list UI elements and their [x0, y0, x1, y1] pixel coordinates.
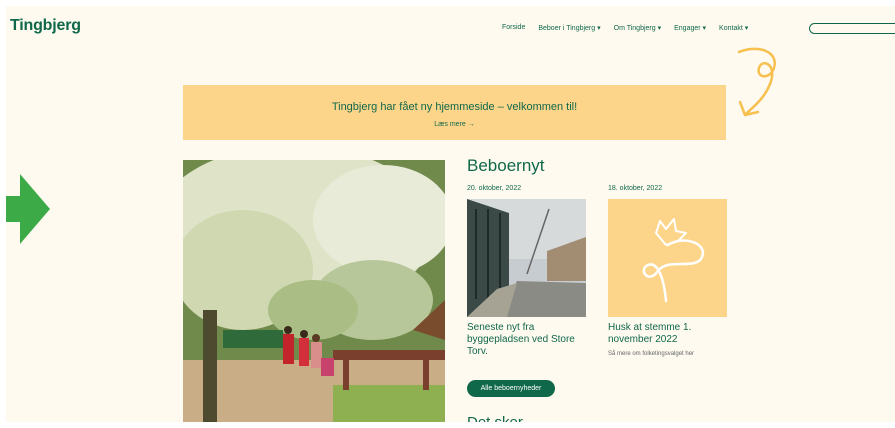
banner-read-more-link[interactable]: Læs mere → — [183, 121, 726, 128]
card-image-vote[interactable] — [608, 199, 727, 317]
card-date: 20. oktober, 2022 — [467, 185, 522, 192]
card-title[interactable]: Seneste nyt fra byggepladsen ved Store T… — [467, 322, 592, 358]
card-subtitle: Så mere om folketingsvalget her — [608, 351, 695, 357]
hero-photo — [183, 160, 445, 422]
green-arrow-icon — [6, 174, 50, 244]
nav-item-forside[interactable]: Forside — [502, 24, 525, 32]
nav-item-beboer[interactable]: Beboer i Tingbjerg ▾ — [538, 24, 600, 32]
card-date: 18. oktober, 2022 — [608, 185, 663, 192]
events-heading: Det sker — [467, 414, 523, 422]
site-logo[interactable]: Tingbjerg — [10, 17, 81, 35]
search-input[interactable] — [809, 23, 895, 34]
card-title[interactable]: Husk at stemme 1. november 2022 — [608, 322, 733, 346]
squiggle-arrow-icon — [737, 47, 776, 117]
website-page: Tingbjerg Forside Beboer i Tingbjerg ▾ O… — [6, 6, 895, 422]
nav-item-kontakt[interactable]: Kontakt ▾ — [719, 24, 748, 32]
welcome-banner: Tingbjerg har fået ny hjemmeside – velko… — [183, 85, 726, 140]
nav-item-engager[interactable]: Engager ▾ — [674, 24, 706, 32]
main-nav: Forside Beboer i Tingbjerg ▾ Om Tingbjer… — [502, 24, 748, 32]
news-heading: Beboernyt — [467, 156, 545, 175]
all-news-button[interactable]: Alle beboernyheder — [467, 380, 555, 397]
card-image-construction[interactable] — [467, 199, 586, 317]
nav-item-om[interactable]: Om Tingbjerg ▾ — [614, 24, 661, 32]
banner-title: Tingbjerg har fået ny hjemmeside – velko… — [331, 101, 578, 113]
